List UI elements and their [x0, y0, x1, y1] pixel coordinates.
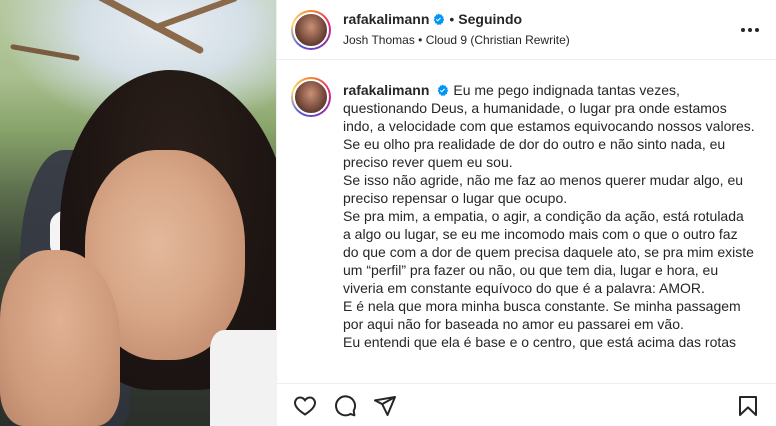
- caption-author-avatar[interactable]: [291, 77, 331, 117]
- following-button[interactable]: Seguindo: [458, 11, 522, 27]
- caption-paragraph: Se pra mim, a empatia, o agir, a condiçã…: [343, 208, 754, 296]
- author-line: rafakalimann • Seguindo: [343, 11, 522, 29]
- audio-separator: •: [418, 33, 423, 47]
- caption-paragraph: Eu entendi que ela é base e o centro, qu…: [343, 334, 737, 350]
- caption-text: rafakalimann Eu me pego indignada tantas …: [343, 81, 755, 351]
- audio-artist[interactable]: Josh Thomas: [343, 33, 415, 47]
- caption-line: rafakalimann Eu me pego indignada tantas …: [343, 81, 755, 135]
- audio-line[interactable]: Josh Thomas • Cloud 9 (Christian Rewrite…: [343, 33, 570, 47]
- heart-icon[interactable]: [293, 394, 317, 418]
- verified-badge-icon: [436, 83, 449, 96]
- post-header: rafakalimann • Seguindo Josh Thomas • Clou…: [277, 0, 776, 60]
- verified-badge-icon: [432, 13, 445, 26]
- caption-scroll-area[interactable]: rafakalimann Eu me pego indignada tantas …: [277, 61, 776, 383]
- photo-hand: [0, 250, 120, 426]
- header-separator: •: [449, 11, 455, 27]
- caption-paragraph: Se isso não agride, não me faz ao menos …: [343, 172, 744, 206]
- audio-track[interactable]: Cloud 9 (Christian Rewrite): [426, 33, 570, 47]
- author-username[interactable]: rafakalimann: [343, 11, 429, 27]
- bookmark-icon[interactable]: [736, 394, 760, 418]
- caption-username[interactable]: rafakalimann: [343, 82, 429, 98]
- author-avatar[interactable]: [291, 10, 331, 50]
- photo-white-shirt: [210, 330, 276, 426]
- post-action-bar: [277, 383, 776, 426]
- comment-icon[interactable]: [333, 394, 357, 418]
- post-media-photo[interactable]: [0, 0, 276, 426]
- paper-plane-icon[interactable]: [373, 394, 397, 418]
- caption-paragraph: E é nela que mora minha busca constante.…: [343, 298, 741, 332]
- more-options-icon[interactable]: [738, 18, 762, 42]
- caption-paragraph: Se eu olho pra realidade de dor do outro…: [343, 136, 726, 170]
